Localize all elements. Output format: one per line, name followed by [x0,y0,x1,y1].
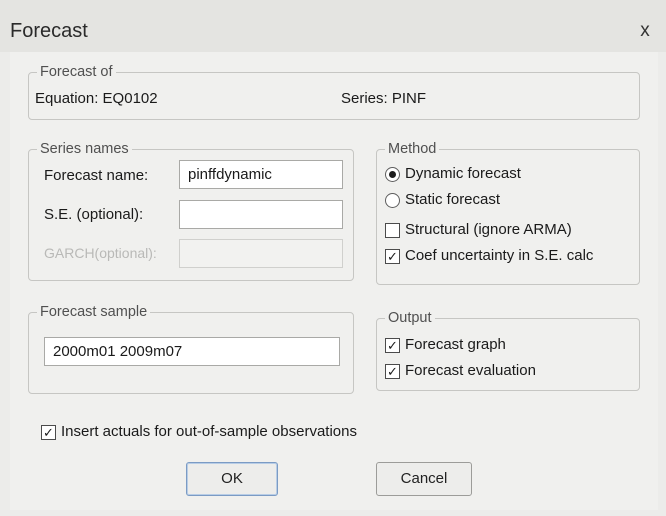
forecast-sample-group: Forecast sample 2000m01 2009m07 [28,303,354,394]
radio-selected-icon [385,167,400,182]
se-label: S.E. (optional): [44,206,144,223]
checkmark-icon: ✓ [41,425,56,440]
output-legend: Output [385,309,435,327]
forecast-evaluation-label: Forecast evaluation [405,362,536,379]
forecast-graph-checkbox[interactable]: ✓ Forecast graph [385,335,625,357]
insert-actuals-label: Insert actuals for out-of-sample observa… [61,423,357,440]
cancel-button[interactable]: Cancel [376,462,472,496]
window-title: Forecast [10,20,88,42]
checkbox-unchecked-icon [385,223,400,238]
forecast-name-label: Forecast name: [44,167,149,184]
checkmark-icon: ✓ [385,364,400,379]
radio-unselected-icon [385,193,400,208]
forecast-sample-legend: Forecast sample [37,303,151,321]
series-label: Series: PINF [341,90,427,107]
structural-checkbox[interactable]: Structural (ignore ARMA) [385,220,633,242]
forecast-graph-label: Forecast graph [405,336,506,353]
forecast-dialog: Forecast x Forecast of Equation: EQ0102 … [0,0,666,516]
title-bar: Forecast x [0,0,666,52]
output-group: Output ✓ Forecast graph ✓ Forecast evalu… [376,309,640,391]
equation-label: Equation: EQ0102 [35,90,158,107]
checkmark-icon: ✓ [385,249,400,264]
coef-uncertainty-label: Coef uncertainty in S.E. calc [405,247,594,264]
ok-button[interactable]: OK [186,462,278,496]
garch-label: GARCH(optional): [44,245,157,261]
se-input[interactable] [179,200,343,229]
method-legend: Method [385,140,440,158]
garch-input [179,239,343,268]
coef-uncertainty-checkbox[interactable]: ✓ Coef uncertainty in S.E. calc [385,246,635,268]
checkmark-icon: ✓ [385,338,400,353]
structural-label: Structural (ignore ARMA) [405,221,572,238]
dynamic-forecast-label: Dynamic forecast [405,165,521,182]
series-names-legend: Series names [37,140,132,158]
dialog-body: Forecast of Equation: EQ0102 Series: PIN… [10,52,658,510]
dynamic-forecast-radio[interactable]: Dynamic forecast [385,164,625,186]
forecast-sample-input[interactable]: 2000m01 2009m07 [44,337,340,366]
forecast-name-input[interactable]: pinffdynamic [179,160,343,189]
series-names-group: Series names Forecast name: pinffdynamic… [28,140,354,281]
forecast-of-legend: Forecast of [37,63,116,81]
static-forecast-label: Static forecast [405,191,501,208]
method-group: Method Dynamic forecast Static forecast … [376,140,640,285]
forecast-evaluation-checkbox[interactable]: ✓ Forecast evaluation [385,361,625,383]
forecast-of-group: Forecast of Equation: EQ0102 Series: PIN… [28,63,640,120]
static-forecast-radio[interactable]: Static forecast [385,190,625,212]
insert-actuals-checkbox[interactable]: ✓ Insert actuals for out-of-sample obser… [41,422,441,444]
close-icon[interactable]: x [634,20,656,42]
